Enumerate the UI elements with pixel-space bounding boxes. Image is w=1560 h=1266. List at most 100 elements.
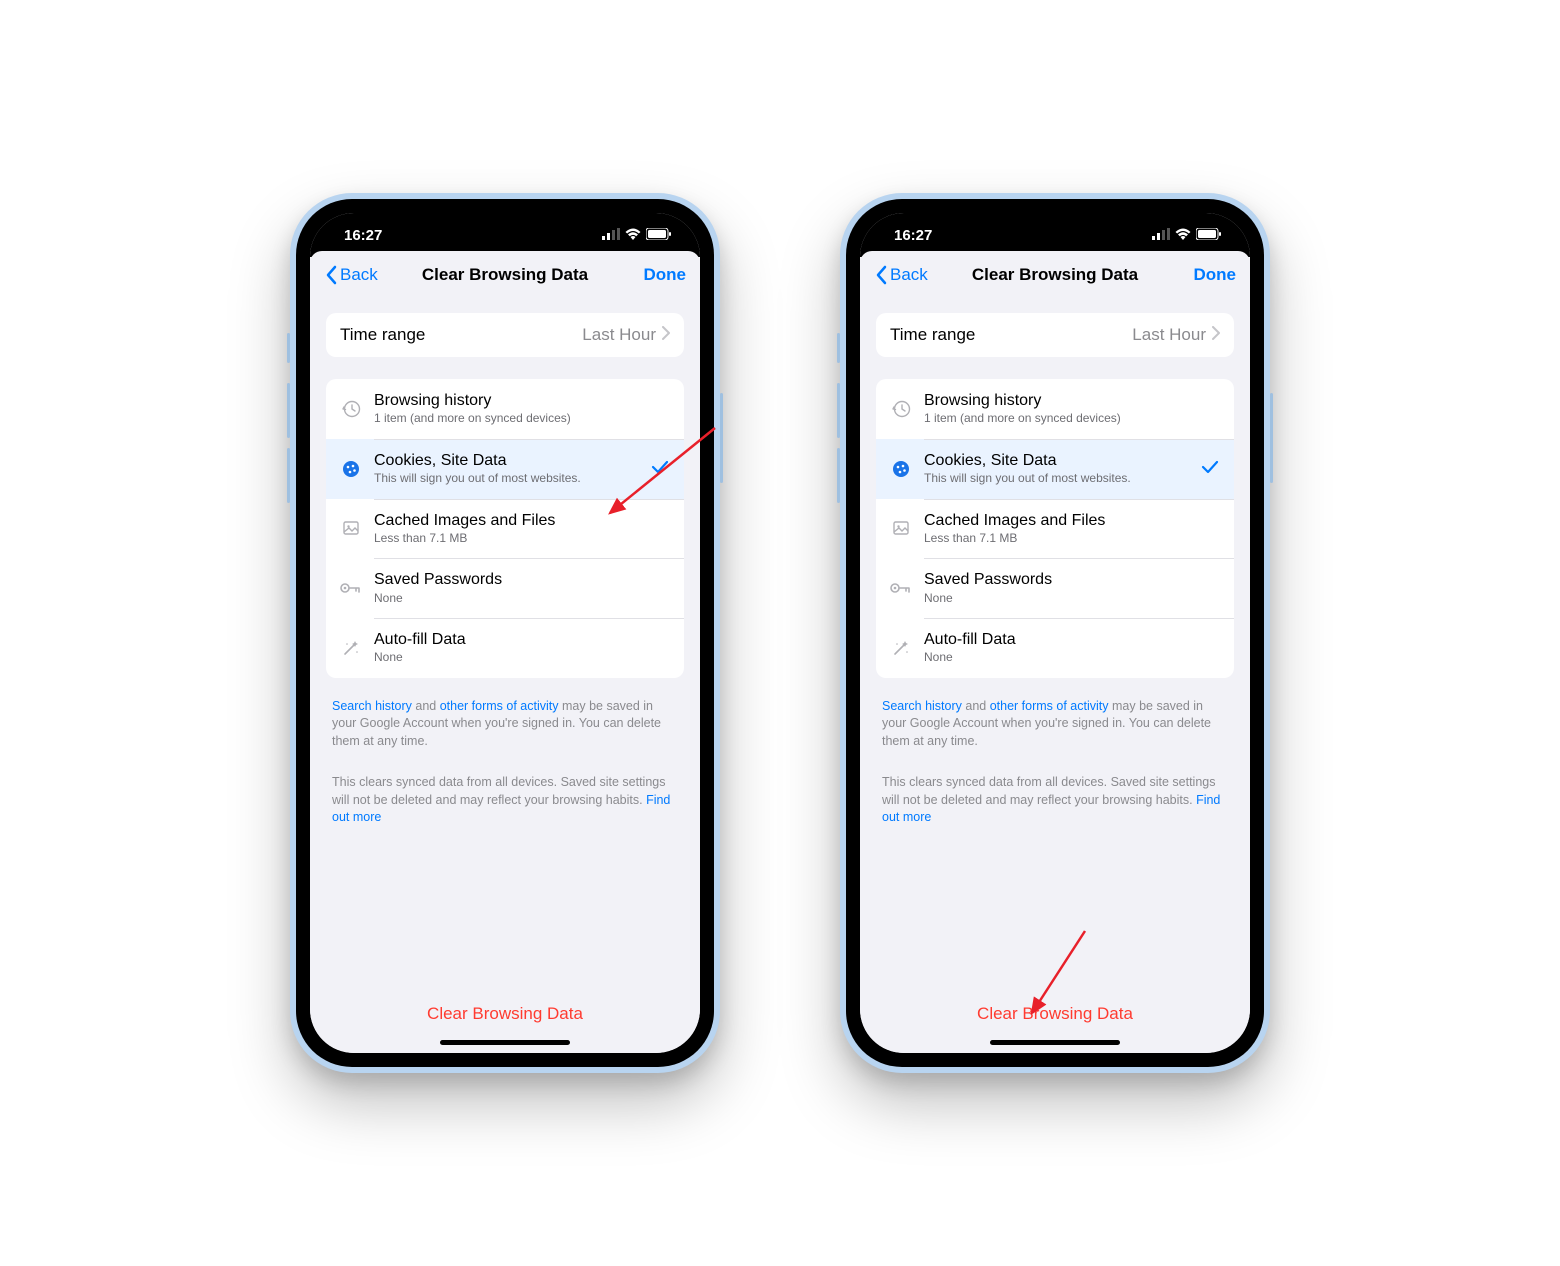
side-button xyxy=(1270,393,1273,483)
time-range-value: Last Hour xyxy=(582,325,656,345)
row-subtitle: None xyxy=(924,591,1220,607)
footer-note-1: Search history and other forms of activi… xyxy=(876,698,1234,751)
back-label: Back xyxy=(340,265,378,285)
chevron-right-icon xyxy=(1212,325,1220,345)
clear-browsing-data-button[interactable]: Clear Browsing Data xyxy=(326,990,684,1034)
search-history-link[interactable]: Search history xyxy=(332,699,412,713)
back-button[interactable]: Back xyxy=(324,265,378,285)
saved-passwords-row[interactable]: Saved Passwords None xyxy=(876,558,1234,618)
wand-icon xyxy=(340,637,362,659)
page-title: Clear Browsing Data xyxy=(972,265,1138,285)
row-title: Cookies, Site Data xyxy=(374,451,638,470)
history-icon xyxy=(890,398,912,420)
image-icon xyxy=(340,517,362,539)
cookies-row[interactable]: Cookies, Site Data This will sign you ou… xyxy=(876,439,1234,499)
back-button[interactable]: Back xyxy=(874,265,928,285)
browsing-history-row[interactable]: Browsing history 1 item (and more on syn… xyxy=(326,379,684,439)
phone-right: 16:27 Back Clear Browsing Data xyxy=(840,193,1270,1073)
row-title: Cookies, Site Data xyxy=(924,451,1188,470)
status-time: 16:27 xyxy=(894,227,932,244)
signal-icon xyxy=(1152,227,1170,244)
row-title: Auto-fill Data xyxy=(374,630,670,649)
saved-passwords-row[interactable]: Saved Passwords None xyxy=(326,558,684,618)
row-subtitle: None xyxy=(374,650,670,666)
done-button[interactable]: Done xyxy=(644,265,687,285)
row-title: Browsing history xyxy=(924,391,1220,410)
row-subtitle: 1 item (and more on synced devices) xyxy=(924,411,1220,427)
checkmark-icon xyxy=(650,458,670,479)
done-button[interactable]: Done xyxy=(1194,265,1237,285)
side-button xyxy=(837,333,840,363)
image-icon xyxy=(890,517,912,539)
row-title: Saved Passwords xyxy=(924,570,1220,589)
notch xyxy=(970,213,1140,243)
row-subtitle: Less than 7.1 MB xyxy=(924,531,1220,547)
other-activity-link[interactable]: other forms of activity xyxy=(990,699,1109,713)
home-indicator[interactable] xyxy=(990,1040,1120,1045)
time-range-label: Time range xyxy=(340,325,425,345)
row-title: Auto-fill Data xyxy=(924,630,1220,649)
wand-icon xyxy=(890,637,912,659)
page-title: Clear Browsing Data xyxy=(422,265,588,285)
battery-icon xyxy=(646,227,672,244)
chevron-left-icon xyxy=(324,265,338,285)
footer-note-2: This clears synced data from all devices… xyxy=(326,774,684,827)
row-subtitle: None xyxy=(924,650,1220,666)
cached-images-row[interactable]: Cached Images and Files Less than 7.1 MB xyxy=(326,499,684,559)
cookie-icon xyxy=(890,458,912,480)
autofill-row[interactable]: Auto-fill Data None xyxy=(876,618,1234,678)
notch xyxy=(420,213,590,243)
side-button xyxy=(837,448,840,503)
time-range-group: Time range Last Hour xyxy=(326,313,684,357)
clear-browsing-data-button[interactable]: Clear Browsing Data xyxy=(876,990,1234,1034)
row-subtitle: This will sign you out of most websites. xyxy=(924,471,1188,487)
footer-note-1: Search history and other forms of activi… xyxy=(326,698,684,751)
status-time: 16:27 xyxy=(344,227,382,244)
chevron-right-icon xyxy=(662,325,670,345)
chevron-left-icon xyxy=(874,265,888,285)
signal-icon xyxy=(602,227,620,244)
home-indicator[interactable] xyxy=(440,1040,570,1045)
side-button xyxy=(287,448,290,503)
data-types-group: Browsing history 1 item (and more on syn… xyxy=(326,379,684,678)
time-range-row[interactable]: Time range Last Hour xyxy=(326,313,684,357)
row-subtitle: This will sign you out of most websites. xyxy=(374,471,638,487)
browsing-history-row[interactable]: Browsing history 1 item (and more on syn… xyxy=(876,379,1234,439)
side-button xyxy=(720,393,723,483)
nav-bar: Back Clear Browsing Data Done xyxy=(310,251,700,299)
side-button xyxy=(837,383,840,438)
battery-icon xyxy=(1196,227,1222,244)
wifi-icon xyxy=(1175,227,1191,244)
history-icon xyxy=(340,398,362,420)
back-label: Back xyxy=(890,265,928,285)
row-title: Browsing history xyxy=(374,391,670,410)
cookies-row[interactable]: Cookies, Site Data This will sign you ou… xyxy=(326,439,684,499)
search-history-link[interactable]: Search history xyxy=(882,699,962,713)
wifi-icon xyxy=(625,227,641,244)
time-range-value: Last Hour xyxy=(1132,325,1206,345)
key-icon xyxy=(340,577,362,599)
other-activity-link[interactable]: other forms of activity xyxy=(440,699,559,713)
data-types-group: Browsing history 1 item (and more on syn… xyxy=(876,379,1234,678)
footer-note-2: This clears synced data from all devices… xyxy=(876,774,1234,827)
row-subtitle: 1 item (and more on synced devices) xyxy=(374,411,670,427)
side-button xyxy=(287,333,290,363)
phone-left: 16:27 Back Clear Browsing Data xyxy=(290,193,720,1073)
row-title: Cached Images and Files xyxy=(924,511,1220,530)
phone-frame: 16:27 Back Clear Browsing Data xyxy=(290,193,720,1073)
row-subtitle: Less than 7.1 MB xyxy=(374,531,670,547)
row-title: Cached Images and Files xyxy=(374,511,670,530)
row-subtitle: None xyxy=(374,591,670,607)
row-title: Saved Passwords xyxy=(374,570,670,589)
time-range-group: Time range Last Hour xyxy=(876,313,1234,357)
time-range-row[interactable]: Time range Last Hour xyxy=(876,313,1234,357)
cached-images-row[interactable]: Cached Images and Files Less than 7.1 MB xyxy=(876,499,1234,559)
key-icon xyxy=(890,577,912,599)
time-range-label: Time range xyxy=(890,325,975,345)
checkmark-icon xyxy=(1200,458,1220,479)
side-button xyxy=(287,383,290,438)
autofill-row[interactable]: Auto-fill Data None xyxy=(326,618,684,678)
cookie-icon xyxy=(340,458,362,480)
phone-frame: 16:27 Back Clear Browsing Data xyxy=(840,193,1270,1073)
nav-bar: Back Clear Browsing Data Done xyxy=(860,251,1250,299)
